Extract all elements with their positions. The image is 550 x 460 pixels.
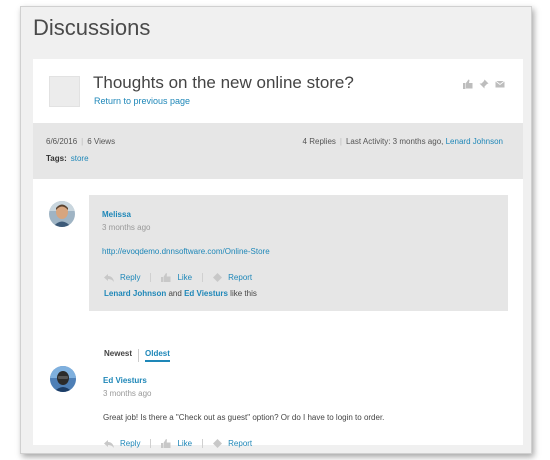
like-label: Like bbox=[177, 439, 193, 448]
post-content-link[interactable]: http://evoqdemo.dnnsoftware.com/Online-S… bbox=[102, 247, 270, 256]
topic-header: Thoughts on the new online store? Return… bbox=[33, 59, 523, 123]
thumb-icon bbox=[161, 439, 171, 448]
avatar-melissa[interactable] bbox=[49, 201, 75, 227]
topic-title: Thoughts on the new online store? bbox=[93, 73, 354, 92]
likes-summary: Lenard Johnson and Ed Viesturs like this bbox=[104, 289, 257, 298]
return-link[interactable]: Return to previous page bbox=[94, 96, 190, 106]
topic-stats: 6/6/2016 | 6 Views bbox=[46, 137, 115, 146]
topic-views: 6 Views bbox=[87, 137, 116, 146]
like-button[interactable]: Like bbox=[161, 273, 192, 282]
divider: | bbox=[81, 137, 84, 146]
likes-suffix: like this bbox=[230, 289, 257, 298]
topic-thumbnail bbox=[49, 76, 80, 107]
reply-label: Reply bbox=[120, 439, 141, 448]
post-actions: Reply Like Report bbox=[104, 273, 262, 282]
reply-actions: Reply Like Report bbox=[104, 439, 262, 448]
reply-sort-tabs: Newest Oldest bbox=[104, 349, 170, 362]
report-button[interactable]: Report bbox=[213, 439, 252, 448]
topic-date: 6/6/2016 bbox=[46, 137, 78, 146]
post-time: 3 months ago bbox=[102, 223, 151, 232]
last-activity-label: Last Activity: 3 months ago, bbox=[345, 137, 444, 146]
flag-icon bbox=[213, 439, 223, 448]
thumb-icon bbox=[161, 273, 171, 282]
reply-button[interactable]: Reply bbox=[104, 273, 140, 282]
reply-author-link[interactable]: Ed Viesturs bbox=[103, 376, 147, 385]
discussions-window: Discussions Thoughts on the new online s… bbox=[20, 6, 532, 454]
like-button[interactable]: Like bbox=[161, 439, 192, 448]
flag-icon bbox=[213, 273, 223, 282]
envelope-icon[interactable] bbox=[495, 79, 505, 89]
tab-newest[interactable]: Newest bbox=[104, 349, 140, 362]
page-title: Discussions bbox=[33, 15, 151, 40]
avatar-ed-viesturs[interactable] bbox=[50, 366, 76, 392]
topic-card: Thoughts on the new online store? Return… bbox=[33, 59, 523, 448]
topic-actions bbox=[463, 79, 505, 89]
likes-and: and bbox=[168, 289, 182, 298]
reply-label: Reply bbox=[120, 273, 141, 282]
tag-store[interactable]: store bbox=[71, 154, 89, 163]
liker-link[interactable]: Lenard Johnson bbox=[104, 289, 166, 298]
reply-arrow-icon bbox=[104, 273, 114, 282]
thumbs-up-icon[interactable] bbox=[463, 79, 473, 89]
report-label: Report bbox=[228, 439, 253, 448]
reply-button[interactable]: Reply bbox=[104, 439, 140, 448]
reply-count: 4 Replies bbox=[302, 137, 336, 146]
report-label: Report bbox=[228, 273, 253, 282]
liker-link[interactable]: Ed Viesturs bbox=[184, 289, 228, 298]
topic-tags: Tags: store bbox=[46, 154, 89, 163]
divider bbox=[202, 439, 204, 448]
first-post: Melissa 3 months ago http://evoqdemo.dnn… bbox=[89, 195, 508, 311]
report-button[interactable]: Report bbox=[213, 273, 252, 282]
divider bbox=[150, 439, 152, 448]
topic-activity: 4 Replies | Last Activity: 3 months ago, L… bbox=[303, 137, 503, 146]
tab-oldest[interactable]: Oldest bbox=[145, 349, 170, 362]
topic-meta-bar: 6/6/2016 | 6 Views Tags: store 4 Replies | La… bbox=[33, 123, 523, 179]
pin-icon[interactable] bbox=[479, 79, 489, 89]
divider bbox=[150, 273, 152, 282]
reply-arrow-icon bbox=[104, 439, 114, 448]
reply-time: 3 months ago bbox=[103, 389, 152, 398]
reply-body: Great job! Is there a "Check out as gues… bbox=[103, 413, 385, 422]
post-author-link[interactable]: Melissa bbox=[102, 210, 131, 219]
divider bbox=[202, 273, 204, 282]
last-activity-user-link[interactable]: Lenard Johnson bbox=[446, 137, 503, 146]
divider: | bbox=[339, 137, 342, 146]
like-label: Like bbox=[177, 273, 193, 282]
tags-label: Tags: bbox=[46, 154, 67, 163]
